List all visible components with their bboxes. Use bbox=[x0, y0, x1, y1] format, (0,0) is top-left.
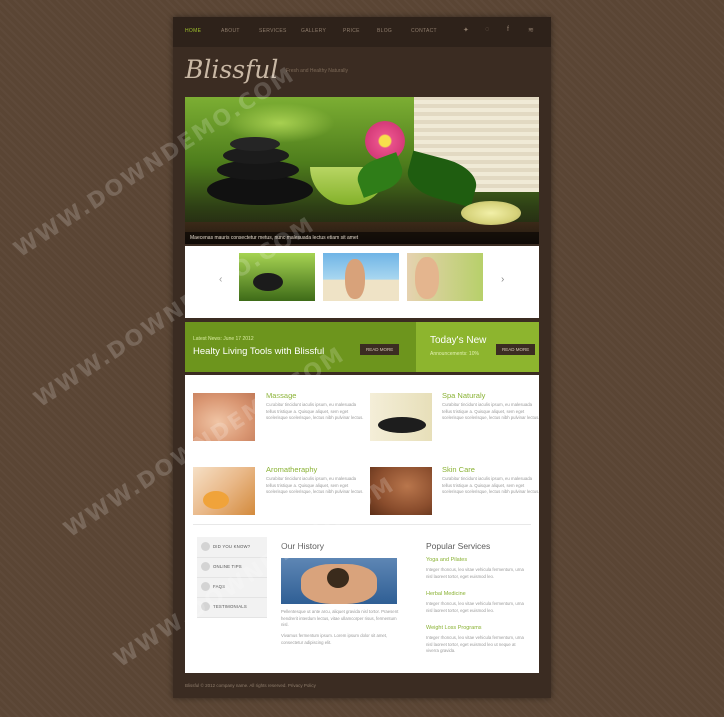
popular-item-title[interactable]: Yoga and Pilates bbox=[426, 557, 467, 563]
top-nav: HOME ABOUT SERVICES GALLERY PRICE BLOG C… bbox=[173, 17, 551, 47]
history-text: Pellentesque ut ante arcu, aliquet gravi… bbox=[281, 609, 399, 627]
social-icon[interactable]: ◌ bbox=[485, 26, 489, 33]
popular-item-text: Integer rhoncus, leo vitae vehicula ferm… bbox=[426, 601, 524, 613]
nav-item-price[interactable]: PRICE bbox=[343, 28, 360, 34]
page-container: HOME ABOUT SERVICES GALLERY PRICE BLOG C… bbox=[173, 17, 551, 698]
history-image[interactable] bbox=[281, 558, 397, 604]
service-title-spa[interactable]: Spa Naturaly bbox=[442, 391, 485, 400]
nav-item-about[interactable]: ABOUT bbox=[221, 28, 240, 34]
nav-item-home[interactable]: HOME bbox=[185, 28, 201, 34]
popular-item-title[interactable]: Weight Loss Programs bbox=[426, 625, 482, 631]
bullet-icon bbox=[201, 602, 210, 611]
spa-stones-image bbox=[230, 137, 280, 151]
sidebar-item-did-you-know[interactable]: DID YOU KNOW? bbox=[197, 537, 267, 558]
nav-item-contact[interactable]: CONTACT bbox=[411, 28, 437, 34]
service-text-skin-care: Curabitur tincidunt iaculis ipsum, eu ma… bbox=[442, 476, 540, 494]
news-banner: Latest News: June 17 2012 Healty Living … bbox=[185, 322, 539, 372]
service-title-skin-care[interactable]: Skin Care bbox=[442, 465, 475, 474]
massage-image[interactable] bbox=[193, 393, 255, 441]
facebook-icon[interactable]: f bbox=[507, 26, 509, 33]
bullet-icon bbox=[201, 582, 210, 591]
carousel-thumb-woman[interactable] bbox=[407, 253, 483, 301]
twitter-icon[interactable]: ✦ bbox=[463, 26, 469, 34]
service-text-aromatherapy: Curabitur tincidunt iaculis ipsum, eu ma… bbox=[266, 476, 364, 494]
sidebar-menu: DID YOU KNOW? ONLINE TIPS FAQS TESTIMONI… bbox=[197, 537, 267, 618]
popular-item-text: Integer rhoncus, leo vitae vehicula ferm… bbox=[426, 635, 524, 653]
sidebar-item-testimonials[interactable]: TESTIMONIALS bbox=[197, 597, 267, 618]
thumbnail-carousel: ‹ › bbox=[185, 246, 539, 318]
carousel-thumb-beach[interactable] bbox=[323, 253, 399, 301]
service-text-spa: Curabitur tincidunt iaculis ipsum, eu ma… bbox=[442, 402, 540, 420]
footer: Blissful © 2012 company name. All rights… bbox=[173, 677, 551, 698]
candle-image bbox=[461, 201, 521, 225]
news-title[interactable]: Healty Living Tools with Blissful bbox=[193, 346, 324, 357]
spa-image[interactable] bbox=[370, 393, 432, 441]
bullet-icon bbox=[201, 542, 210, 551]
popular-item-title[interactable]: Herbal Medicine bbox=[426, 591, 466, 597]
history-title: Our History bbox=[281, 541, 324, 551]
carousel-prev-icon[interactable]: ‹ bbox=[219, 274, 222, 285]
aromatherapy-image[interactable] bbox=[193, 467, 255, 515]
news-date: Latest News: June 17 2012 bbox=[193, 336, 254, 342]
nav-item-gallery[interactable]: GALLERY bbox=[301, 28, 326, 34]
popular-services-title: Popular Services bbox=[426, 541, 491, 551]
site-tagline: Fresh and Healthy Naturally bbox=[286, 68, 348, 74]
today-title: Today's New bbox=[430, 335, 487, 346]
carousel-thumb-stones[interactable] bbox=[239, 253, 315, 301]
bullet-icon bbox=[201, 562, 210, 571]
today-read-more-button[interactable]: READ MORE bbox=[496, 344, 536, 355]
site-logo[interactable]: Blissful bbox=[185, 55, 278, 84]
slider-caption: Maecenas mauris consectetur metus, nunc … bbox=[185, 232, 539, 244]
section-divider bbox=[193, 524, 531, 525]
service-title-aromatherapy[interactable]: Aromatheraphy bbox=[266, 465, 317, 474]
hero-slider[interactable]: Maecenas mauris consectetur metus, nunc … bbox=[185, 97, 539, 244]
history-text-secondary: Vivamus fermentum ipsum. Lorem ipsum dol… bbox=[281, 633, 388, 645]
popular-item-text: Integer rhoncus, leo vitae vehicula ferm… bbox=[426, 567, 524, 579]
skin-care-image[interactable] bbox=[370, 467, 432, 515]
sidebar-item-online-tips[interactable]: ONLINE TIPS bbox=[197, 557, 267, 578]
main-content: Massage Curabitur tincidunt iaculis ipsu… bbox=[185, 375, 539, 673]
sidebar-item-faqs[interactable]: FAQS bbox=[197, 577, 267, 598]
nav-item-services[interactable]: SERVICES bbox=[259, 28, 287, 34]
carousel-next-icon[interactable]: › bbox=[501, 274, 504, 285]
footer-copyright: Blissful © 2012 company name. All rights… bbox=[185, 683, 316, 688]
news-read-more-button[interactable]: READ MORE bbox=[360, 344, 400, 355]
today-announcements: Announcements: 10% bbox=[430, 351, 479, 357]
rss-icon[interactable]: ≋ bbox=[528, 26, 534, 34]
service-text-massage: Curabitur tincidunt iaculis ipsum, eu ma… bbox=[266, 402, 364, 420]
service-title-massage[interactable]: Massage bbox=[266, 391, 296, 400]
nav-item-blog[interactable]: BLOG bbox=[377, 28, 392, 34]
